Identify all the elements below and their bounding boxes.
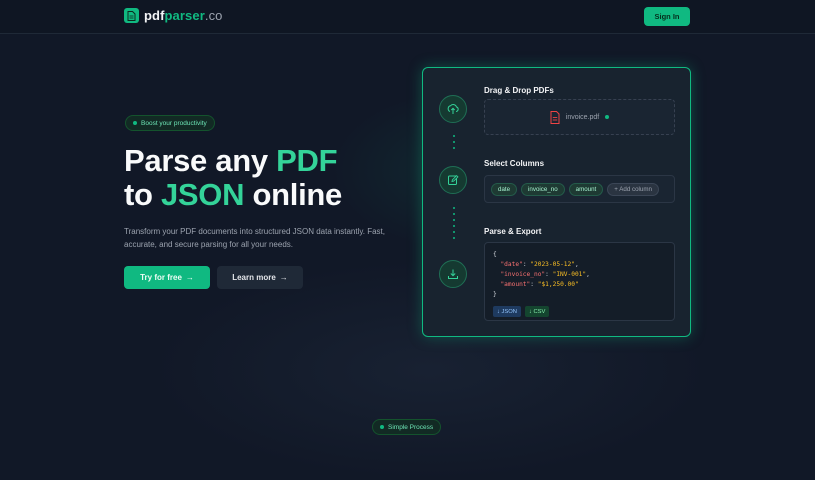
json-key: "amount" [500, 281, 531, 288]
process-card: Drag & Drop PDFs invoice.pdf Select Colu… [422, 67, 691, 337]
pdf-file-icon [550, 110, 560, 124]
top-navbar: pdfparser.co Sign In [0, 0, 815, 34]
badge-label: Boost your productivity [141, 119, 207, 127]
column-chip-amount[interactable]: amount [568, 182, 604, 196]
json-value: "INV-001" [552, 271, 587, 278]
download-icon [439, 260, 467, 288]
json-key: "invoice_no" [500, 271, 546, 278]
learn-more-button[interactable]: Learn more → [217, 266, 303, 289]
edit-icon [439, 166, 467, 194]
add-column-button[interactable]: + Add column [607, 182, 659, 196]
headline-text: Parse any [124, 143, 277, 178]
arrow-right-icon: → [279, 273, 288, 282]
hero-subtitle: Transform your PDF documents into struct… [124, 227, 385, 249]
code-line: "date": "2023-05-12", [500, 261, 579, 268]
simple-process-badge: Simple Process [372, 419, 442, 435]
step-3-title: Parse & Export [484, 227, 542, 236]
column-chip-date[interactable]: date [491, 182, 518, 196]
step-connector [453, 207, 455, 243]
export-csv-button[interactable]: ↓ CSV [524, 306, 550, 317]
json-comma: , [586, 271, 590, 278]
headline-text: to [124, 177, 161, 212]
arrow-right-icon: → [185, 273, 194, 282]
badge-dot-icon [380, 425, 384, 429]
code-line: "amount": "$1,250.00" [500, 281, 579, 288]
json-comma: , [574, 261, 579, 268]
export-buttons: ↓ JSON ↓ CSV [493, 306, 666, 317]
logo-text: pdfparser.co [144, 8, 223, 23]
button-label: Try for free [140, 273, 182, 282]
file-name: invoice.pdf [565, 113, 600, 121]
code-close-brace: } [493, 291, 497, 298]
badge-dot-icon [133, 121, 137, 125]
button-label: Learn more [232, 273, 276, 282]
try-for-free-button[interactable]: Try for free → [124, 266, 210, 289]
pdf-dropzone[interactable]: invoice.pdf [484, 99, 675, 135]
productivity-badge: Boost your productivity [125, 115, 215, 131]
logo-text-accent: parser [164, 8, 205, 23]
json-value: "2023-05-12" [530, 261, 575, 268]
logo-text-suffix: .co [204, 8, 223, 23]
upload-status-dot-icon [605, 115, 610, 119]
step-connector [453, 135, 455, 153]
sign-in-button[interactable]: Sign In [644, 7, 690, 26]
logo-text-main: pdf [144, 8, 165, 23]
upload-icon [439, 95, 467, 123]
headline-line-1: Parse any PDF [124, 144, 424, 178]
code-line: "invoice_no": "INV-001", [500, 271, 590, 278]
logo[interactable]: pdfparser.co [124, 8, 223, 23]
step-1-title: Drag & Drop PDFs [484, 86, 554, 95]
json-preview: { "date": "2023-05-12", "invoice_no": "I… [484, 242, 675, 321]
document-logo-icon [124, 8, 139, 23]
column-chip-invoice-no[interactable]: invoice_no [521, 182, 565, 196]
hero-headline: Parse any PDF to JSON online [124, 144, 424, 212]
step-2-title: Select Columns [484, 159, 545, 168]
json-key: "date" [500, 261, 523, 268]
json-value: "$1,250.00" [537, 281, 579, 288]
code-open-brace: { [493, 251, 497, 258]
badge-label: Simple Process [388, 423, 434, 431]
headline-accent-pdf: PDF [276, 143, 338, 178]
headline-line-2: to JSON online [124, 178, 424, 212]
column-selector: date invoice_no amount + Add column [484, 175, 675, 203]
headline-accent-json: JSON [160, 177, 245, 212]
headline-text: online [244, 177, 343, 212]
export-json-button[interactable]: ↓ JSON [493, 306, 521, 317]
